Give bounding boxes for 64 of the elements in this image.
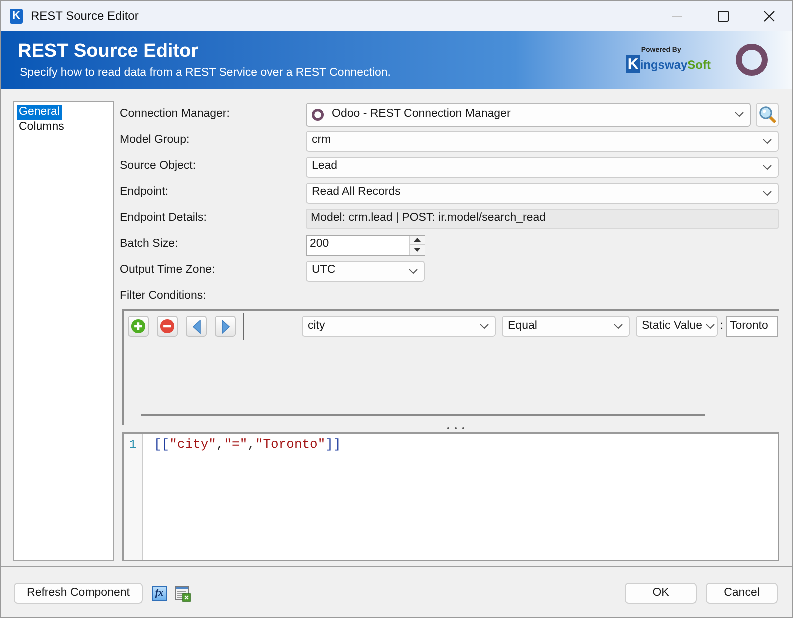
field-label: Batch Size: — [120, 238, 178, 250]
header-subtitle: Specify how to read data from a REST Service over a REST Connection. — [19, 66, 391, 80]
up-triangle-icon — [414, 238, 421, 242]
sidebar-item[interactable]: General — [17, 105, 62, 120]
connection-dropdown[interactable]: Odoo - REST Connection Manager — [306, 102, 751, 126]
spin-up-button[interactable] — [410, 236, 425, 244]
table-icon[interactable] — [175, 586, 191, 602]
close-icon — [764, 10, 774, 22]
chevron-down-icon — [763, 190, 772, 196]
maximize-icon — [718, 10, 728, 22]
dropdown[interactable]: crm — [306, 130, 779, 152]
search-icon — [759, 106, 776, 123]
scrollbar-thumb[interactable] — [141, 414, 705, 416]
remove-button[interactable] — [157, 316, 178, 337]
ring-icon — [312, 108, 324, 120]
sidebar-item[interactable]: Columns — [17, 120, 66, 135]
chevron-down-icon — [763, 164, 772, 170]
search-button[interactable] — [756, 102, 779, 126]
chevron-down-icon — [480, 324, 489, 329]
window-title: REST Source Editor — [31, 8, 139, 25]
dialog-button[interactable]: OK — [625, 583, 697, 604]
brand-name: ingswaySoft — [640, 58, 711, 73]
code-editor[interactable]: 1 [["city","=","Toronto"]] — [122, 432, 779, 561]
dropdown[interactable]: Read All Records — [306, 182, 779, 204]
dialog-button[interactable]: Cancel — [706, 583, 778, 604]
field-label: Source Object: — [120, 160, 196, 172]
field-label: Endpoint: — [120, 186, 169, 198]
dropdown[interactable]: city — [302, 316, 496, 337]
chevron-down-icon — [735, 112, 744, 117]
field-label: Endpoint Details: — [120, 212, 207, 224]
spin-down-button[interactable] — [410, 244, 425, 254]
dropdown[interactable]: Lead — [306, 156, 779, 178]
read-only-field: Model: crm.lead | POST: ir.model/search_read — [306, 209, 779, 229]
code-line: [["city","=","Toronto"]] — [154, 437, 342, 453]
dropdown[interactable]: Equal — [502, 316, 630, 337]
previous-button[interactable] — [186, 316, 207, 337]
expression-button[interactable]: fx — [152, 586, 167, 601]
chevron-down-icon — [763, 138, 772, 144]
chevron-down-icon — [706, 324, 715, 329]
value-field[interactable]: Toronto — [726, 316, 778, 337]
field-label: Model Group: — [120, 134, 190, 146]
splitter-grip-icon[interactable] — [447, 427, 465, 430]
field-label: Output Time Zone: — [120, 264, 216, 276]
down-triangle-icon — [414, 248, 421, 252]
minus-circle-icon — [160, 319, 175, 334]
ring-logo-icon — [736, 44, 768, 76]
line-number: 1 — [129, 437, 137, 453]
separator-label: : — [719, 318, 725, 334]
section-label: Filter Conditions: — [120, 288, 206, 304]
right-triangle-icon — [222, 320, 230, 334]
chevron-down-icon — [614, 324, 623, 329]
add-button[interactable] — [128, 316, 149, 337]
next-button[interactable] — [215, 316, 236, 337]
dropdown[interactable]: Static Value — [636, 316, 718, 337]
left-triangle-icon — [192, 320, 200, 334]
field-label: Connection Manager: — [120, 108, 230, 120]
plus-circle-icon — [131, 319, 146, 334]
app-logo: K — [10, 8, 23, 24]
chevron-down-icon — [409, 268, 418, 274]
refresh-component-button[interactable]: Refresh Component — [14, 583, 143, 604]
dropdown[interactable]: UTC — [306, 260, 425, 282]
logo-initial: K — [626, 55, 640, 73]
number-field[interactable]: 200 — [306, 234, 425, 256]
header-title: REST Source Editor — [18, 40, 199, 62]
